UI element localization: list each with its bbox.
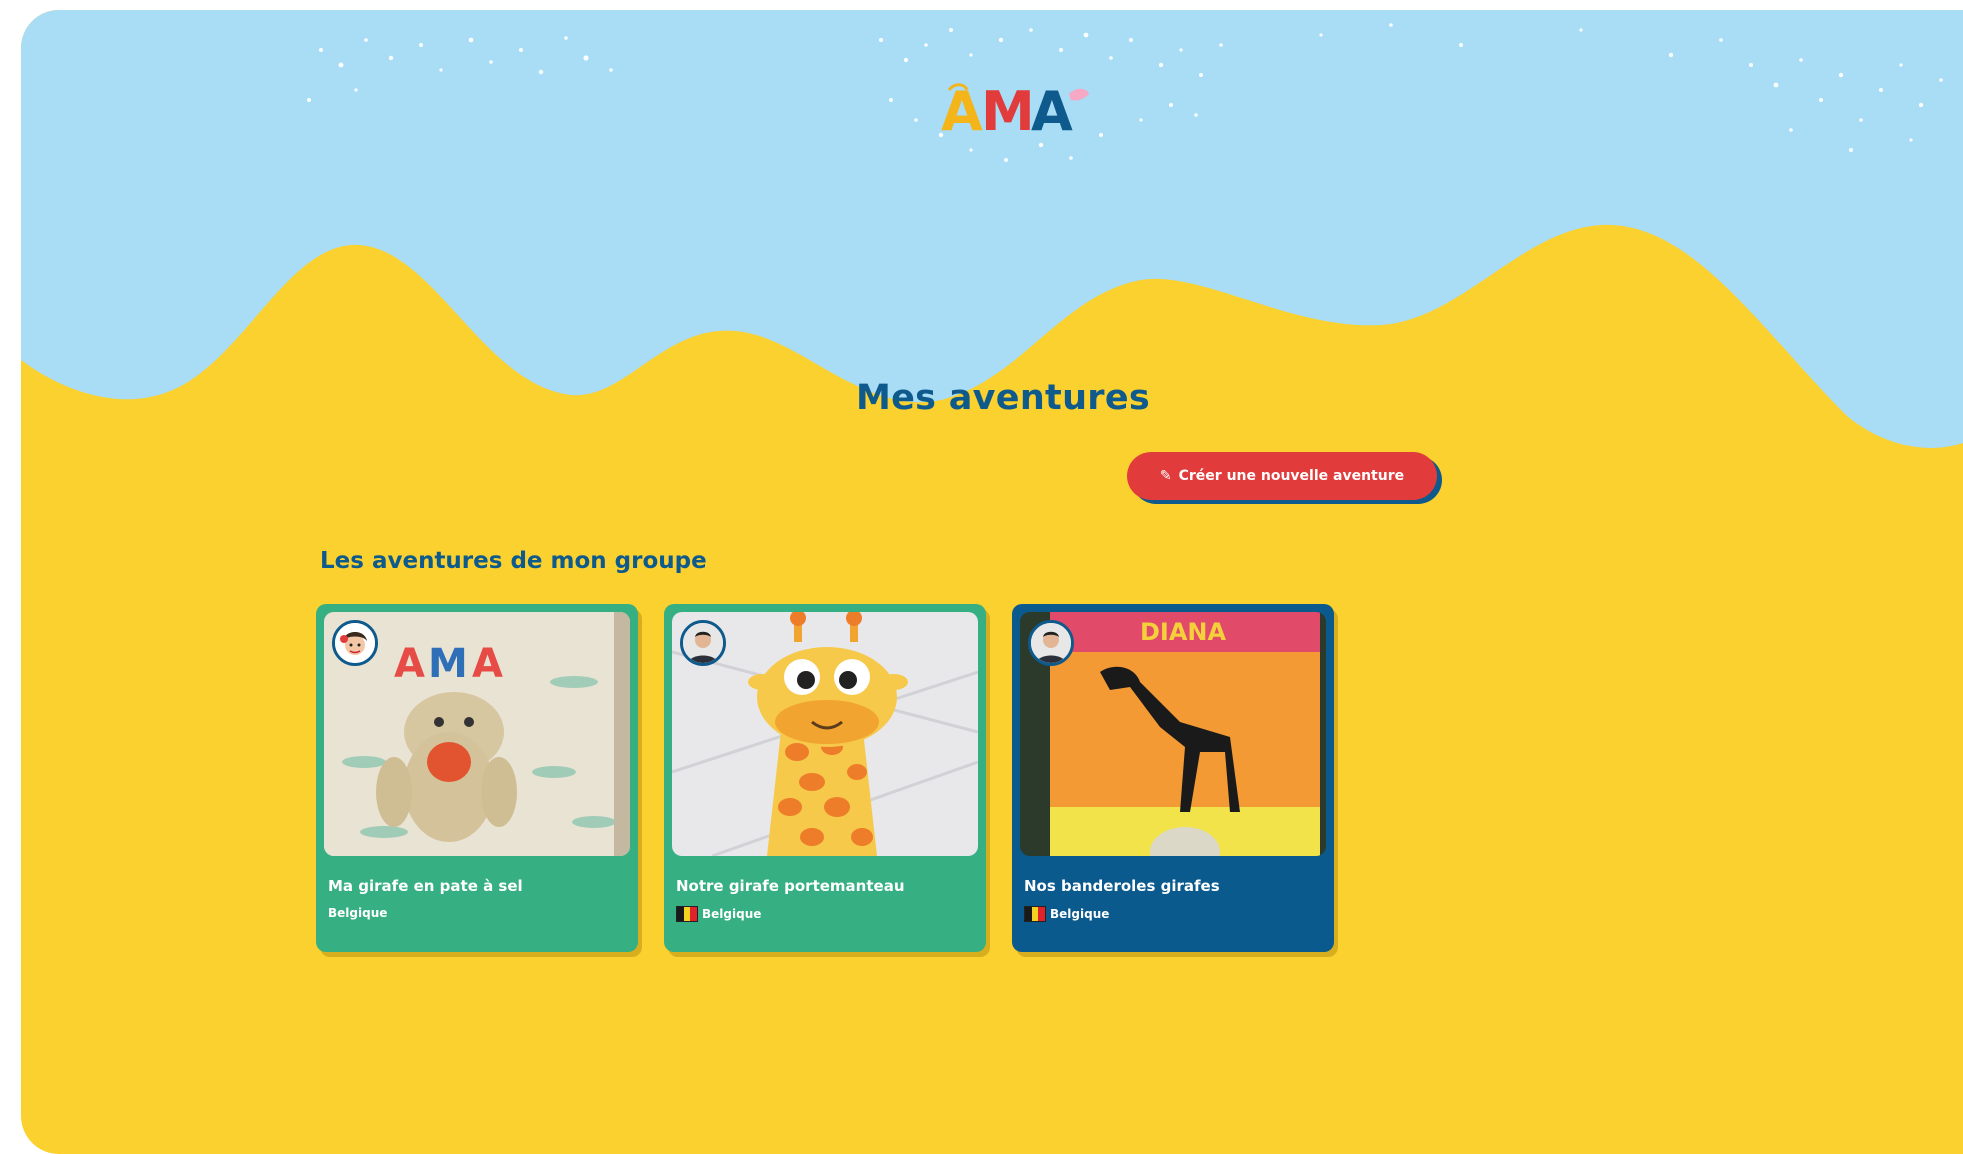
adventure-card[interactable]: DIANA Nos banderoles girafes Belgique xyxy=(1012,604,1334,952)
svg-text:A: A xyxy=(472,641,503,687)
svg-text:DIANA: DIANA xyxy=(1140,618,1227,646)
svg-text:A: A xyxy=(941,80,983,143)
adventure-title: Ma girafe en pate à sel xyxy=(328,877,523,895)
pencil-icon: ✎ xyxy=(1159,468,1172,484)
adventure-country: Belgique xyxy=(1024,906,1109,922)
adventure-card[interactable]: A M A Ma girafe en pate à sel Belgique xyxy=(316,604,638,952)
svg-text:M: M xyxy=(428,641,468,687)
author-avatar xyxy=(680,620,726,666)
country-label: Belgique xyxy=(1050,907,1110,921)
adventure-country: Belgique xyxy=(328,906,387,920)
adventure-country: Belgique xyxy=(676,906,761,922)
country-label: Belgique xyxy=(328,906,388,920)
adventure-title: Notre girafe portemanteau xyxy=(676,877,905,895)
belgium-flag-icon xyxy=(676,906,698,922)
belgium-flag-icon xyxy=(1024,906,1046,922)
section-title: Les aventures de mon groupe xyxy=(320,548,707,574)
app-frame: A M A Mes aventures ✎ Créer une nouvelle… xyxy=(21,10,1963,1154)
create-adventure-button[interactable]: ✎ Créer une nouvelle aventure xyxy=(1127,452,1437,500)
ama-logo[interactable]: A M A xyxy=(919,72,1119,152)
author-avatar xyxy=(332,620,378,666)
svg-text:A: A xyxy=(394,641,425,687)
page-title: Mes aventures xyxy=(855,378,1151,418)
create-adventure-label: Créer une nouvelle aventure xyxy=(1178,468,1405,484)
svg-text:A: A xyxy=(1031,80,1073,143)
adventure-title: Nos banderoles girafes xyxy=(1024,877,1220,895)
country-label: Belgique xyxy=(702,907,762,921)
adventure-card[interactable]: Notre girafe portemanteau Belgique xyxy=(664,604,986,952)
author-avatar xyxy=(1028,620,1074,666)
svg-text:M: M xyxy=(981,80,1035,143)
